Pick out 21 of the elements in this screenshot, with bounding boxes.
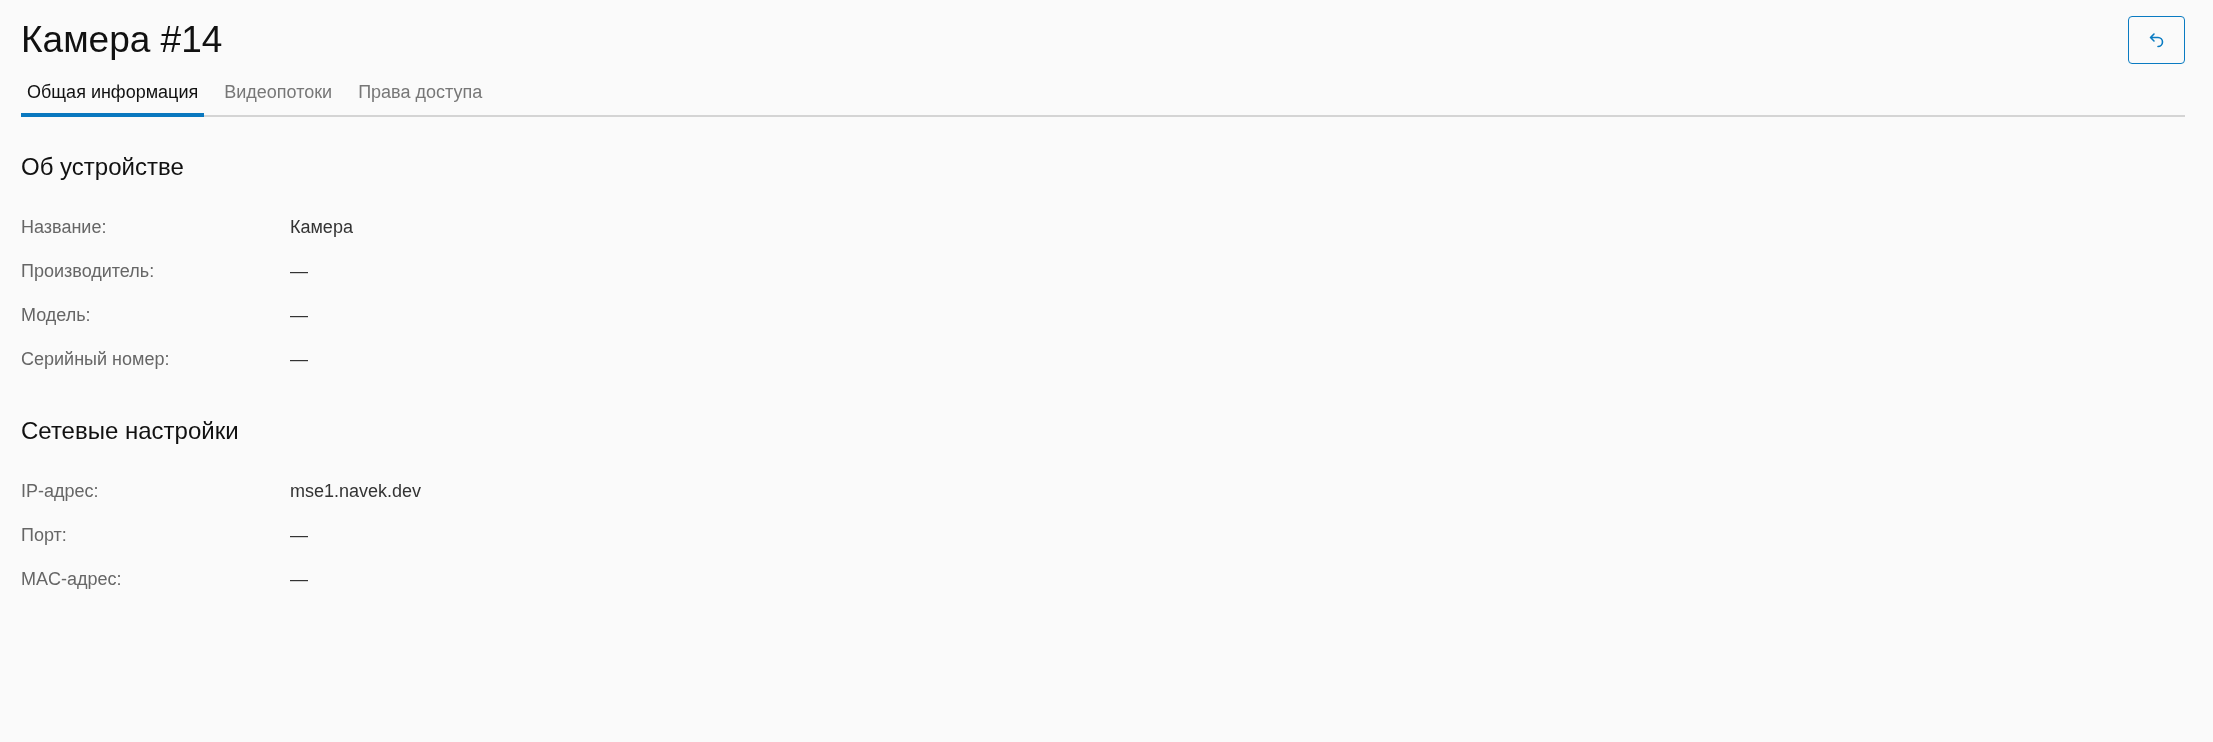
tab[interactable]: Видеопотоки <box>218 74 339 117</box>
section-heading: Сетевые настройки <box>21 417 240 445</box>
field-value: — <box>290 260 308 282</box>
field-value: Камера <box>290 216 353 238</box>
field-label: Название: <box>21 216 108 238</box>
field-value: mse1.navek.dev <box>290 480 422 502</box>
tab[interactable]: Общая информация <box>21 74 205 117</box>
field-label: IP-адрес: <box>21 480 100 502</box>
tab[interactable]: Права доступа <box>352 74 489 117</box>
field-value: — <box>290 524 308 546</box>
field-label: MAC-адрес: <box>21 568 123 590</box>
field-label: Порт: <box>21 524 68 546</box>
field-value: — <box>290 304 308 326</box>
field-label: Модель: <box>21 304 92 326</box>
page-title: Камера #14 <box>21 19 223 61</box>
field-label: Производитель: <box>21 260 156 282</box>
section-heading: Об устройстве <box>21 153 185 181</box>
field-value: — <box>290 348 308 370</box>
back-button[interactable] <box>2128 16 2185 64</box>
field-label: Серийный номер: <box>21 348 171 370</box>
field-value: — <box>290 568 308 590</box>
